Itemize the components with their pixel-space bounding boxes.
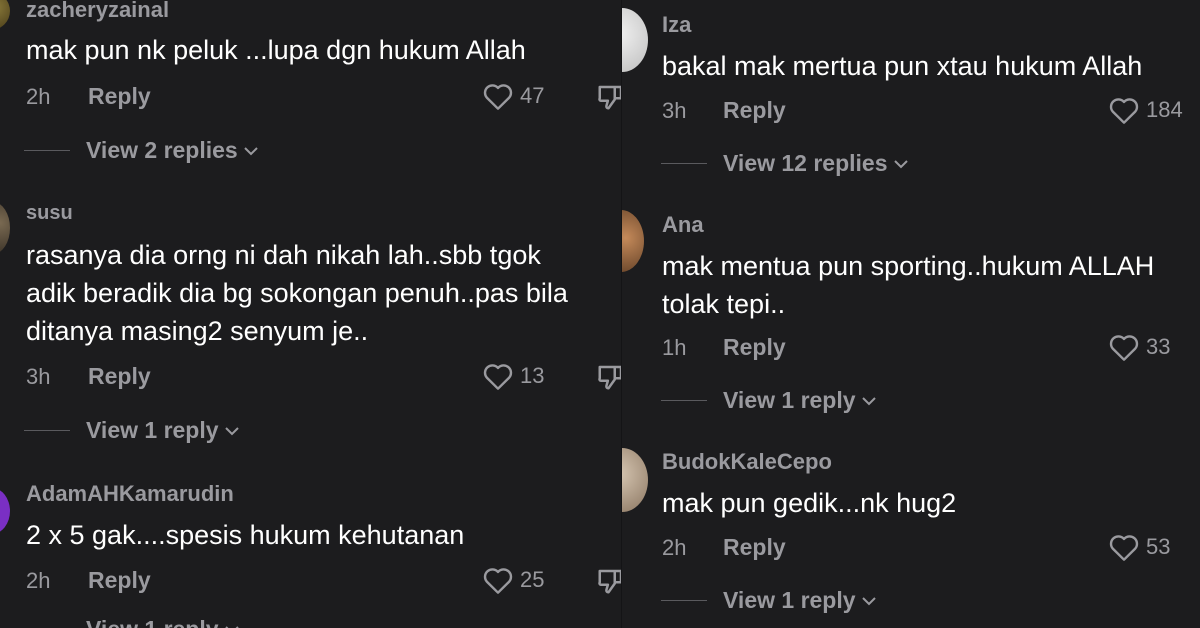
- comment-timestamp: 1h: [662, 335, 687, 360]
- reply-button[interactable]: Reply: [88, 363, 151, 390]
- divider-line: [661, 600, 707, 601]
- comment-text-line: 2 x 5 gak....spesis hukum kehutanan: [26, 520, 465, 550]
- comments-panel-right: Iza bakal mak mertua pun xtau hukum Alla…: [622, 0, 1200, 628]
- chevron-down-icon: [224, 426, 239, 435]
- comment-text-line: mak pun nk peluk ...lupa dgn hukum Allah: [26, 35, 526, 65]
- view-replies-label: View 1 reply: [723, 387, 856, 413]
- like-button[interactable]: 53: [1108, 532, 1170, 562]
- comment-username[interactable]: zacheryzainal: [26, 0, 169, 23]
- comment-timestamp: 3h: [662, 98, 687, 123]
- view-replies-button[interactable]: View 1 reply: [661, 387, 878, 414]
- like-button[interactable]: 47: [482, 81, 544, 111]
- like-count: 53: [1146, 534, 1171, 559]
- avatar[interactable]: [622, 448, 648, 512]
- like-button[interactable]: 33: [1108, 332, 1170, 362]
- view-replies-label: View 12 replies: [723, 150, 888, 176]
- view-replies-label: View 1 reply: [86, 417, 219, 443]
- view-replies-button[interactable]: View 1 reply: [24, 417, 241, 444]
- comment-text-line: bakal mak mertua pun xtau hukum Allah: [662, 51, 1143, 81]
- comment-username[interactable]: BudokKaleCepo: [662, 449, 832, 475]
- comments-panel-left: zacheryzainal mak pun nk peluk ...lupa d…: [0, 0, 622, 628]
- comment-text-line: tolak tepi..: [662, 289, 786, 319]
- divider-line: [661, 400, 707, 401]
- comment-username[interactable]: Iza: [662, 12, 691, 38]
- reply-button[interactable]: Reply: [723, 534, 786, 561]
- view-replies-button[interactable]: View 12 replies: [661, 150, 910, 177]
- chevron-down-icon: [244, 146, 258, 155]
- comment-username[interactable]: susu: [26, 202, 73, 225]
- avatar[interactable]: [0, 488, 10, 534]
- like-count: 184: [1146, 97, 1183, 122]
- view-replies-button[interactable]: View 1 reply: [661, 587, 878, 614]
- reply-button[interactable]: Reply: [723, 334, 786, 361]
- comment-text-line: rasanya dia orng ni dah nikah lah..sbb t…: [26, 240, 541, 270]
- like-count: 47: [520, 83, 545, 108]
- like-count: 25: [520, 567, 545, 592]
- heart-outline-icon: [1109, 535, 1139, 561]
- heart-outline-icon: [1109, 335, 1139, 361]
- comment-timestamp: 2h: [662, 535, 687, 560]
- comment-text-line: adik beradik dia bg sokongan penuh..pas …: [26, 278, 568, 308]
- view-replies-button[interactable]: View 2 replies: [24, 137, 260, 164]
- thumbs-down-icon[interactable]: [596, 82, 622, 112]
- chevron-down-icon: [861, 396, 876, 405]
- chevron-down-icon: [893, 159, 908, 168]
- view-replies-label: View 2 replies: [86, 137, 238, 163]
- comment-text-line: ditanya masing2 senyum je..: [26, 316, 369, 346]
- heart-outline-icon: [483, 364, 513, 390]
- comment-timestamp: 2h: [26, 84, 51, 109]
- like-button[interactable]: 25: [482, 565, 544, 595]
- comment-username[interactable]: Ana: [662, 212, 704, 238]
- divider-line: [24, 150, 70, 151]
- heart-outline-icon: [483, 568, 513, 594]
- like-button[interactable]: 13: [482, 361, 544, 391]
- view-replies-label: View 1 reply: [86, 616, 219, 628]
- avatar[interactable]: [0, 202, 10, 254]
- comment-text-line: mak mentua pun sporting..hukum ALLAH: [662, 251, 1155, 281]
- reply-button[interactable]: Reply: [723, 97, 786, 124]
- divider-line: [661, 163, 707, 164]
- comment-text-line: mak pun gedik...nk hug2: [662, 488, 957, 518]
- reply-button[interactable]: Reply: [88, 567, 151, 594]
- avatar[interactable]: [0, 0, 10, 30]
- like-count: 13: [520, 363, 545, 388]
- view-replies-label: View 1 reply: [723, 587, 856, 613]
- chevron-down-icon: [861, 596, 876, 605]
- heart-outline-icon: [483, 84, 513, 110]
- like-button[interactable]: 184: [1108, 95, 1183, 125]
- heart-outline-icon: [1109, 98, 1139, 124]
- avatar[interactable]: [622, 210, 644, 272]
- avatar[interactable]: [622, 8, 648, 72]
- comment-timestamp: 2h: [26, 568, 51, 593]
- comment-timestamp: 3h: [26, 364, 51, 389]
- like-count: 33: [1146, 334, 1171, 359]
- reply-button[interactable]: Reply: [88, 83, 151, 110]
- chevron-down-icon: [224, 625, 239, 628]
- divider-line: [24, 430, 70, 431]
- view-replies-button[interactable]: View 1 reply: [24, 616, 241, 628]
- comment-username[interactable]: AdamAHKamarudin: [26, 481, 234, 507]
- thumbs-down-icon[interactable]: [596, 566, 622, 596]
- thumbs-down-icon[interactable]: [596, 362, 622, 392]
